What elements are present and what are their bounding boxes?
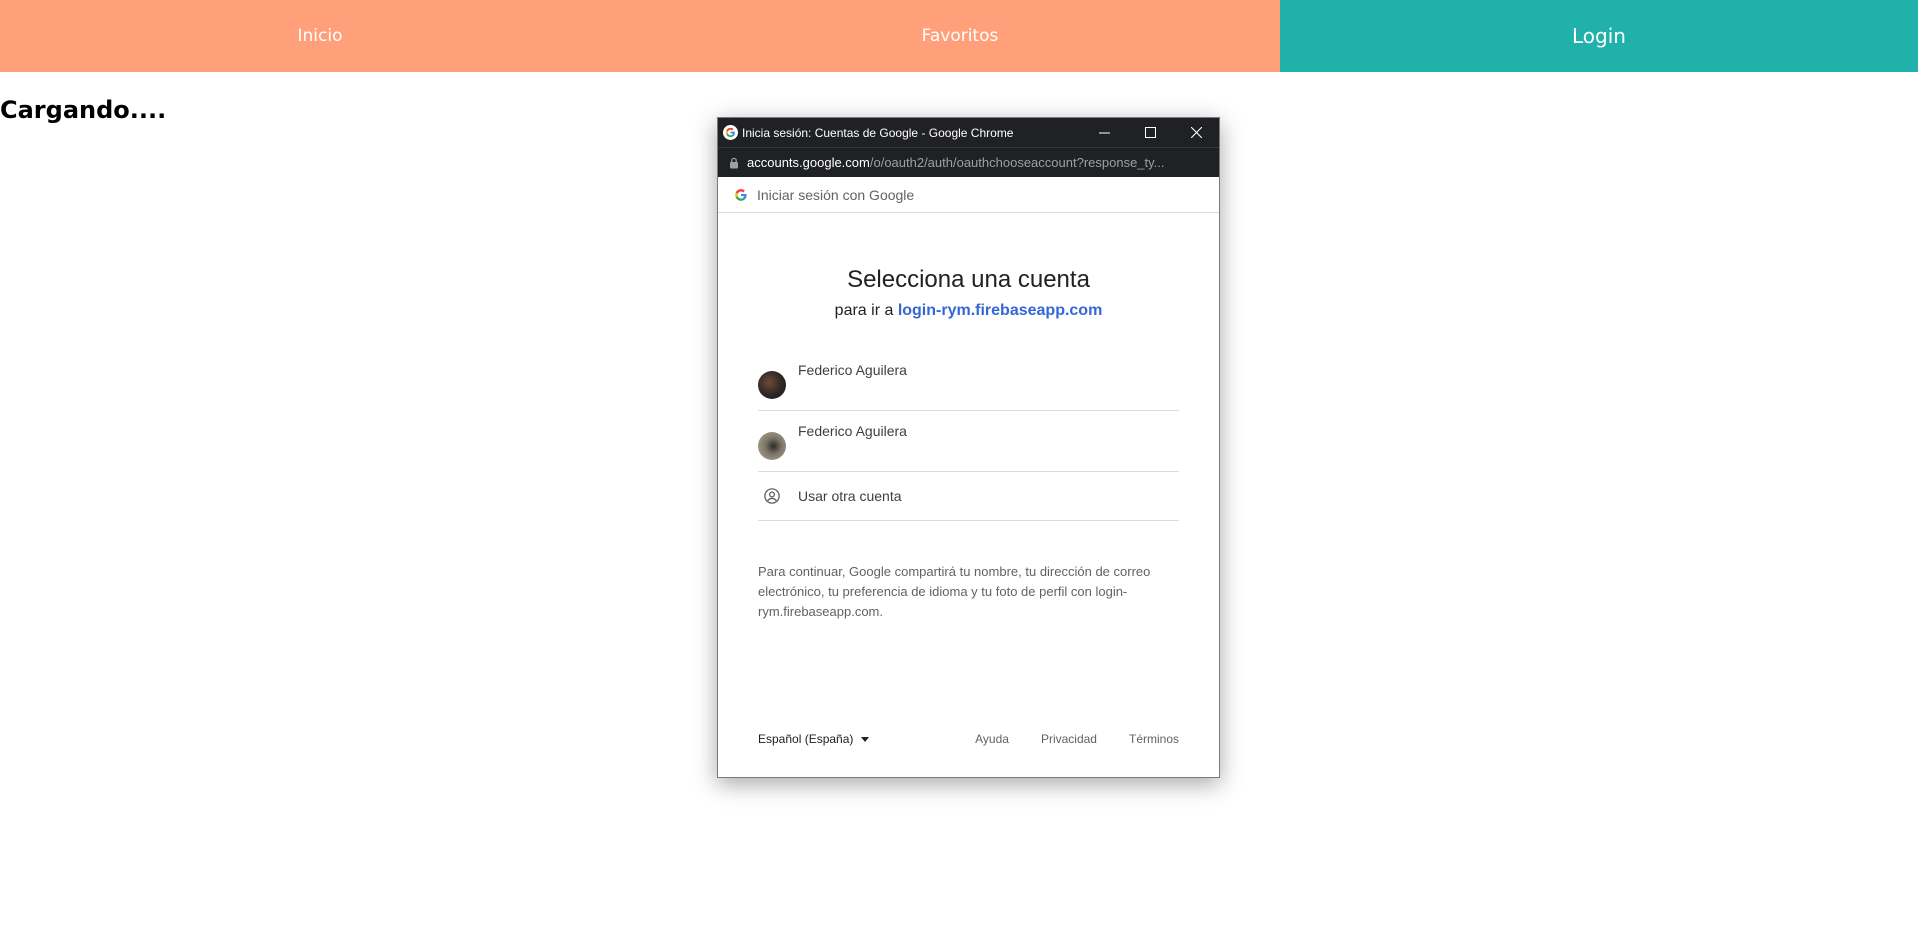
privacy-link[interactable]: Privacidad (1041, 732, 1097, 746)
signin-header-label: Iniciar sesión con Google (757, 186, 915, 203)
user-circle-icon (758, 482, 786, 510)
avatar (758, 432, 786, 460)
top-nav: Inicio Favoritos Login (0, 0, 1918, 72)
app-domain-link[interactable]: login-rym.firebaseapp.com (898, 302, 1103, 319)
lock-icon (729, 157, 739, 169)
avatar (758, 371, 786, 399)
loading-text: Cargando.... (0, 96, 167, 124)
language-select[interactable]: Español (España) (758, 732, 870, 746)
url-host: accounts.google.com (747, 155, 870, 170)
account-chooser: Selecciona una cuenta para ir a login-ry… (718, 265, 1219, 622)
url-text: accounts.google.com/o/oauth2/auth/oauthc… (747, 155, 1199, 170)
window-titlebar: Inicia sesión: Cuentas de Google - Googl… (718, 118, 1219, 147)
account-item-2[interactable]: Federico Aguilera (758, 411, 1179, 472)
use-other-account-label: Usar otra cuenta (798, 488, 902, 504)
google-logo-icon (734, 188, 748, 202)
google-signin-popup: Inicia sesión: Cuentas de Google - Googl… (717, 117, 1220, 778)
subheading-prefix: para ir a (834, 302, 898, 319)
window-title: Inicia sesión: Cuentas de Google - Googl… (742, 125, 1014, 140)
account-item-1[interactable]: Federico Aguilera (758, 350, 1179, 411)
nav-item-login[interactable]: Login (1280, 0, 1918, 72)
address-bar[interactable]: accounts.google.com/o/oauth2/auth/oauthc… (718, 147, 1219, 177)
url-path: /o/oauth2/auth/oauthchooseaccount?respon… (869, 155, 1165, 170)
popup-footer: Español (España) Ayuda Privacidad Términ… (758, 729, 1179, 749)
close-button[interactable] (1173, 118, 1219, 147)
google-favicon (723, 125, 738, 140)
caret-down-icon (861, 736, 870, 742)
minimize-icon (1098, 132, 1110, 134)
maximize-button[interactable] (1127, 118, 1173, 147)
help-link[interactable]: Ayuda (975, 732, 1009, 746)
use-other-account-button[interactable]: Usar otra cuenta (758, 472, 1179, 521)
maximize-icon (1144, 127, 1156, 138)
nav-item-inicio[interactable]: Inicio (0, 0, 640, 72)
minimize-button[interactable] (1081, 118, 1127, 147)
subheading: para ir a login-rym.firebaseapp.com (758, 302, 1179, 320)
language-label: Español (España) (758, 732, 854, 746)
footer-links: Ayuda Privacidad Términos (943, 732, 1179, 746)
account-list: Federico Aguilera Federico Aguilera Usar… (758, 350, 1179, 521)
privacy-disclaimer: Para continuar, Google compartirá tu nom… (758, 564, 1151, 619)
nav-item-favoritos[interactable]: Favoritos (640, 0, 1280, 72)
account-name: Federico Aguilera (798, 423, 907, 439)
close-icon (1190, 127, 1202, 138)
account-name: Federico Aguilera (798, 362, 907, 378)
page-title: Selecciona una cuenta (847, 266, 1090, 293)
signin-header: Iniciar sesión con Google (718, 177, 1219, 213)
terms-link[interactable]: Términos (1129, 732, 1179, 746)
